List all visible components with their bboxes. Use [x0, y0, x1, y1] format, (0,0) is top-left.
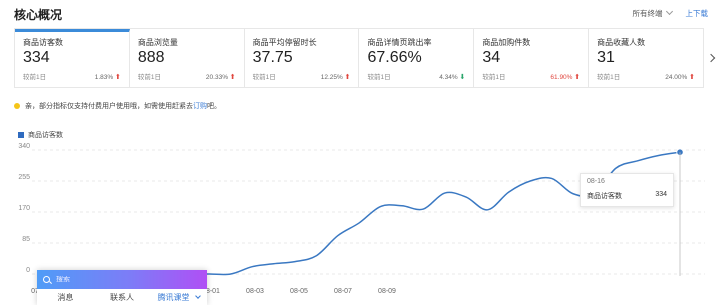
x-tick-label: 08-09 [378, 288, 396, 295]
arrow-up-icon: ⬆ [114, 74, 121, 81]
legend-swatch [18, 132, 24, 138]
metric-card-pageviews[interactable]: 商品浏览量 888 较前1日 20.33% ⬆ [130, 29, 245, 87]
download-link[interactable]: 上下载 [686, 8, 709, 19]
metric-change-value: 4.34% [439, 74, 458, 81]
arrow-up-icon: ⬆ [689, 74, 695, 81]
metric-compare: 较前1日 [252, 74, 276, 81]
notice-text: 亲，部分指标仅支持付费用户使用哦，如需使用赶紧去 [25, 103, 193, 110]
header: 核心概况 所有终端 上下载 [0, 0, 720, 28]
metric-label: 商品加购件数 [482, 38, 531, 47]
metric-label: 商品详情页跳出率 [367, 38, 432, 47]
metric-change: 4.34% ⬇ [439, 73, 465, 81]
chart-tooltip: 08-16 商品访客数 334 [580, 173, 674, 207]
info-dot-icon [14, 103, 20, 109]
series-line [188, 151, 681, 276]
metric-change: 24.00% ⬆ [665, 73, 695, 81]
metric-value: 34 [482, 49, 501, 66]
arrow-up-icon: ⬆ [344, 74, 351, 81]
tooltip-value: 334 [655, 191, 667, 198]
metric-change-value: 61.90% [550, 74, 573, 81]
metric-label: 商品平均停留时长 [252, 38, 317, 47]
metric-label: 商品访客数 [23, 38, 63, 47]
subscribe-link[interactable]: 订购 [193, 101, 207, 111]
arrow-down-icon: ⬇ [459, 74, 466, 81]
chevron-down-icon [665, 7, 673, 16]
y-tick-label: 85 [22, 236, 30, 243]
metric-change: 20.33% ⬆ [206, 73, 236, 81]
metric-label: 商品收藏人数 [597, 38, 646, 47]
chart-legend: 商品访客数 [18, 130, 63, 140]
metric-value: 334 [23, 49, 50, 66]
metric-change: 61.90% ⬆ [550, 73, 580, 81]
x-tick-label: 08-03 [246, 288, 264, 295]
chevron-down-icon [194, 293, 201, 299]
tab-contacts[interactable]: 联系人 [94, 292, 151, 303]
metric-compare: 较前1日 [597, 74, 621, 81]
metric-card-bounce-rate[interactable]: 商品详情页跳出率 67.66% 较前1日 4.34% ⬇ [359, 29, 475, 87]
metric-card-avg-stay[interactable]: 商品平均停留时长 37.75 较前1日 12.25% ⬆ [245, 29, 360, 87]
metric-card-favorites[interactable]: 商品收藏人数 31 较前1日 24.00% ⬆ [589, 29, 703, 87]
metric-change: 1.83% ⬆ [95, 73, 121, 81]
x-tick-label: 08-07 [334, 288, 352, 295]
metric-card-add-cart[interactable]: 商品加购件数 34 较前1日 61.90% ⬆ [474, 29, 590, 87]
channel-select-label: 所有终端 [632, 9, 663, 18]
metric-compare: 较前1日 [482, 74, 506, 81]
header-actions: 所有终端 上下载 [632, 7, 709, 19]
metric-change-value: 20.33% [205, 74, 228, 81]
metric-compare: 较前1日 [367, 74, 391, 81]
popup-search-bar [37, 270, 207, 289]
chevron-right-icon[interactable] [706, 53, 716, 63]
tooltip-date: 08-16 [587, 178, 605, 185]
metric-change-value: 24.00% [665, 74, 688, 81]
tooltip-label: 商品访客数 [587, 193, 622, 200]
metric-change: 12.25% ⬆ [321, 73, 351, 81]
search-icon [43, 276, 50, 283]
y-tick-label: 0 [26, 267, 30, 274]
notice-suffix: 吧。 [207, 103, 221, 110]
y-tick-label: 340 [18, 143, 30, 150]
metric-card-visitors[interactable]: 商品访客数 334 较前1日 1.83% ⬆ [15, 29, 130, 87]
x-tick-label: 08-05 [290, 288, 308, 295]
metric-value: 37.75 [252, 49, 293, 66]
metric-compare: 较前1日 [137, 74, 161, 81]
metric-compare: 较前1日 [23, 74, 47, 81]
qq-popup: 消息 联系人 腾讯课堂 [37, 270, 207, 305]
metric-cards: 商品访客数 334 较前1日 1.83% ⬆ 商品浏览量 888 较前1日 20… [14, 28, 704, 88]
metric-label: 商品浏览量 [137, 38, 178, 47]
tab-tencent-class[interactable]: 腾讯课堂 [150, 292, 207, 303]
metric-change-value: 1.83% [94, 74, 114, 81]
metric-value: 888 [137, 49, 165, 66]
y-tick-label: 255 [18, 174, 30, 181]
tab-messages[interactable]: 消息 [37, 292, 94, 303]
popup-tabs: 消息 联系人 腾讯课堂 [37, 292, 207, 303]
legend-label: 商品访客数 [28, 132, 63, 139]
page-title: 核心概况 [14, 8, 63, 22]
tooltip-row: 商品访客数 334 [587, 191, 667, 201]
arrow-up-icon: ⬆ [229, 74, 236, 81]
metric-value: 31 [597, 49, 615, 66]
notice-bar: 亲，部分指标仅支持付费用户使用哦，如需使用赶紧去 订购 吧。 [14, 101, 221, 111]
search-input[interactable] [56, 276, 176, 283]
metric-value: 67.66% [367, 49, 422, 66]
channel-select[interactable]: 所有终端 [632, 7, 673, 19]
arrow-up-icon: ⬆ [574, 74, 581, 81]
tab-tencent-class-label: 腾讯课堂 [157, 293, 190, 302]
y-tick-label: 170 [18, 205, 30, 212]
metric-change-value: 12.25% [320, 74, 343, 81]
